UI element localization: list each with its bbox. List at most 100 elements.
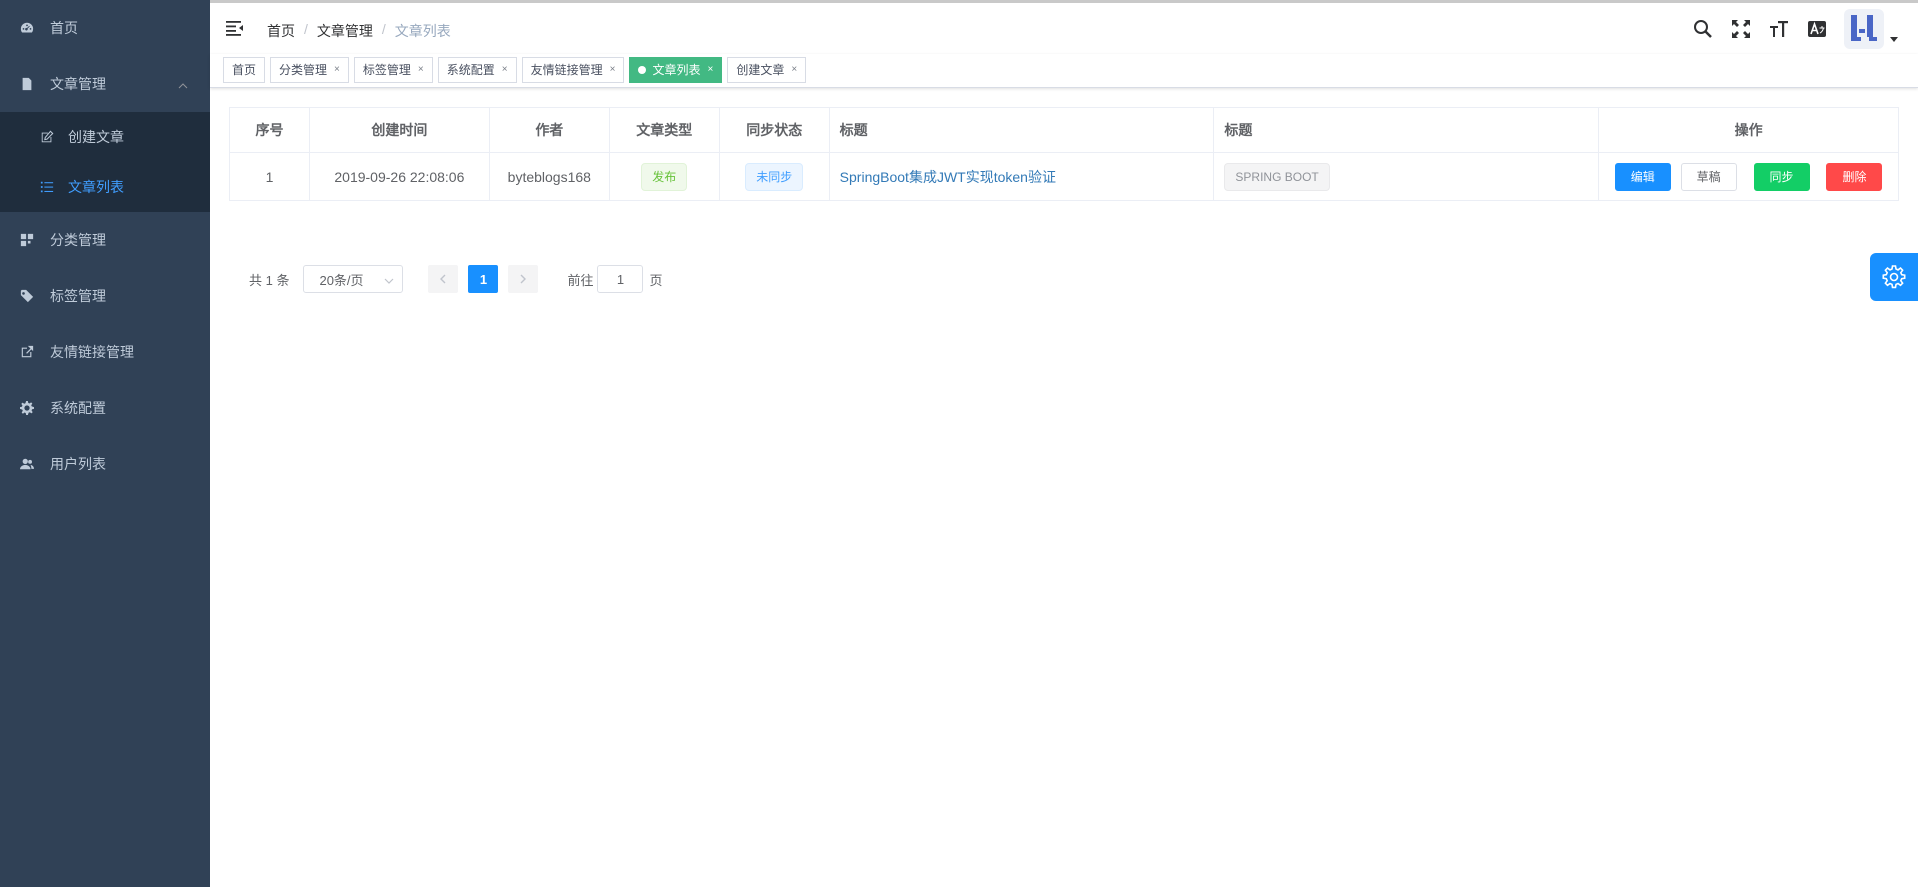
cell-index: 1 — [229, 152, 310, 201]
page-jumper: 前往 页 — [567, 265, 663, 293]
close-icon[interactable]: × — [334, 58, 340, 82]
tags-view: 首页 分类管理 × 标签管理 × 系统配置 × 友情链接管理 × 文章列表 × … — [210, 54, 1918, 88]
translate-icon[interactable] — [1798, 19, 1836, 39]
tab-home[interactable]: 首页 — [223, 57, 266, 83]
sync-status-badge: 未同步 — [745, 162, 804, 191]
cell-title: SpringBoot集成JWT实现token验证 — [828, 152, 1215, 201]
sidebar-item-links[interactable]: 友情链接管理 — [0, 324, 210, 380]
external-link-icon — [20, 345, 34, 359]
tag-badge: SPRING BOOT — [1224, 162, 1330, 191]
tab-label: 友情链接管理 — [530, 63, 603, 77]
cell-type: 发布 — [608, 152, 720, 201]
tab-label: 首页 — [232, 63, 257, 77]
submenu-articles: 创建文章 文章列表 — [0, 112, 210, 212]
tab-categories[interactable]: 分类管理 × — [270, 57, 349, 83]
breadcrumb-item-current: 文章列表 — [394, 23, 451, 39]
pagination-total: 共 1 条 — [249, 272, 290, 288]
cell-tag: SPRING BOOT — [1213, 152, 1600, 201]
column-header: 标题 — [1213, 107, 1600, 153]
cell-sync: 未同步 — [718, 152, 830, 201]
goto-suffix: 页 — [649, 272, 663, 288]
table-header-row: 序号 创建时间 作者 文章类型 同步状态 标题 标题 操作 — [229, 107, 1899, 153]
sidebar-item-label: 系统配置 — [50, 400, 106, 416]
sidebar-item-article-list[interactable]: 文章列表 — [0, 162, 210, 212]
tab-label: 文章列表 — [652, 63, 701, 77]
document-icon — [20, 77, 34, 91]
tab-settings[interactable]: 系统配置 × — [437, 57, 517, 83]
breadcrumb-item-home[interactable]: 首页 — [267, 21, 295, 41]
sidebar-item-tags[interactable]: 标签管理 — [0, 268, 210, 324]
breadcrumb-separator: / — [304, 21, 308, 37]
tag-icon — [20, 289, 34, 303]
tab-label: 创建文章 — [736, 63, 785, 77]
chevron-up-icon — [178, 78, 188, 94]
avatar[interactable] — [1844, 8, 1884, 49]
dashboard-icon — [20, 21, 34, 35]
fullscreen-icon[interactable] — [1722, 19, 1760, 39]
sync-button[interactable]: 同步 — [1753, 162, 1810, 191]
category-icon — [20, 233, 34, 247]
table-row: 1 2019-09-26 22:08:06 byteblogs168 发布 未同… — [229, 152, 1899, 201]
goto-page-input[interactable] — [597, 265, 644, 293]
breadcrumb-item-articles[interactable]: 文章管理 — [317, 21, 373, 41]
close-icon[interactable]: × — [610, 58, 616, 82]
column-header: 创建时间 — [308, 107, 490, 153]
menu-toggle-icon[interactable] — [226, 19, 244, 37]
page-size-select[interactable]: 20条/页 — [303, 265, 404, 293]
font-size-icon[interactable] — [1760, 19, 1798, 39]
tab-label: 系统配置 — [446, 63, 495, 77]
cell-author: byteblogs168 — [488, 152, 610, 201]
column-header: 标题 — [828, 107, 1215, 153]
tab-links[interactable]: 友情链接管理 × — [521, 57, 625, 83]
chevron-right-icon — [520, 274, 527, 284]
close-icon[interactable]: × — [791, 58, 797, 82]
sidebar-item-label: 标签管理 — [50, 288, 106, 304]
draft-button[interactable]: 草稿 — [1680, 162, 1737, 191]
sidebar-item-label: 用户列表 — [50, 456, 106, 472]
column-header: 作者 — [488, 107, 610, 153]
sidebar-item-create-article[interactable]: 创建文章 — [0, 112, 210, 162]
goto-prefix: 前往 — [567, 272, 594, 288]
close-icon[interactable]: × — [418, 58, 424, 82]
tab-label: 分类管理 — [279, 63, 328, 77]
column-header: 序号 — [229, 107, 310, 153]
delete-button[interactable]: 删除 — [1826, 162, 1883, 191]
gear-icon — [1882, 265, 1906, 289]
sidebar: 首页 文章管理 创建文章 文章列表 分类管理 标签管理 友情链接管理 系统配置 … — [0, 0, 210, 887]
search-icon[interactable] — [1684, 19, 1722, 39]
type-badge: 发布 — [641, 162, 688, 191]
active-dot — [638, 66, 647, 74]
page-number-current[interactable]: 1 — [468, 265, 499, 293]
tab-tags[interactable]: 标签管理 × — [353, 57, 433, 83]
sidebar-item-settings[interactable]: 系统配置 — [0, 380, 210, 436]
tab-create-article[interactable]: 创建文章 × — [727, 57, 807, 83]
caret-down-icon[interactable] — [1884, 36, 1904, 43]
column-header: 操作 — [1598, 107, 1899, 153]
sidebar-item-home[interactable]: 首页 — [0, 0, 210, 56]
column-header: 文章类型 — [608, 107, 720, 153]
sidebar-item-label: 友情链接管理 — [50, 344, 134, 360]
pagination: 共 1 条 20条/页 1 前往 页 — [249, 265, 663, 293]
breadcrumb: 首页 / 文章管理 / 文章列表 — [267, 21, 451, 41]
cell-actions: 编辑 草稿 同步 删除 — [1598, 152, 1899, 201]
next-page-button[interactable] — [508, 265, 539, 293]
navbar-actions — [1684, 3, 1918, 54]
sidebar-item-label: 首页 — [50, 20, 78, 36]
close-icon[interactable]: × — [502, 58, 508, 82]
navbar: 首页 / 文章管理 / 文章列表 — [210, 0, 1918, 54]
edit-button[interactable]: 编辑 — [1614, 162, 1671, 191]
sidebar-item-articles[interactable]: 文章管理 — [0, 56, 210, 112]
sidebar-item-users[interactable]: 用户列表 — [0, 436, 210, 492]
article-table: 序号 创建时间 作者 文章类型 同步状态 标题 标题 操作 1 2019-09-… — [229, 107, 1899, 201]
cell-created: 2019-09-26 22:08:06 — [308, 152, 490, 201]
tab-article-list[interactable]: 文章列表 × — [629, 57, 723, 83]
edit-icon — [40, 130, 54, 144]
sidebar-item-categories[interactable]: 分类管理 — [0, 212, 210, 268]
settings-button[interactable] — [1870, 253, 1918, 301]
close-icon[interactable]: × — [707, 58, 713, 82]
users-icon — [20, 457, 34, 471]
article-title-link[interactable]: SpringBoot集成JWT实现token验证 — [840, 169, 1056, 185]
prev-page-button[interactable] — [428, 265, 459, 293]
chevron-down-icon — [384, 274, 394, 289]
column-header: 同步状态 — [718, 107, 830, 153]
